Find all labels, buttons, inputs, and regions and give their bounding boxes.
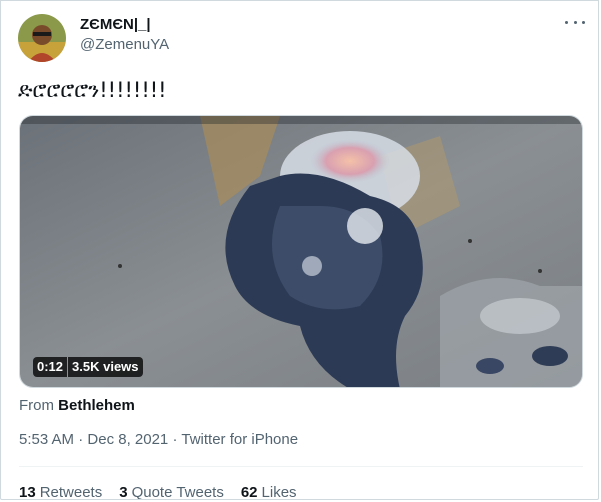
likes-count: 62 (240, 484, 258, 500)
retweets-stat[interactable]: 13 Retweets (19, 484, 103, 500)
author-name[interactable]: ZЄMЄN|_| (80, 16, 151, 33)
divider (19, 466, 583, 467)
quotes-stat[interactable]: 3 Quote Tweets (119, 484, 224, 500)
video-badge: 0:12 3.5K views (33, 357, 143, 377)
video-frame (20, 116, 582, 387)
tweet-time[interactable]: 5:53 AM (19, 431, 74, 448)
location-link[interactable]: Bethlehem (58, 397, 135, 414)
meta-separator: · (78, 431, 84, 448)
quotes-count: 3 (119, 484, 128, 500)
retweets-count: 13 (19, 484, 36, 500)
author-handle[interactable]: @ZemenuYA (80, 36, 169, 53)
location-line: From Bethlehem (19, 397, 135, 414)
video-duration: 0:12 (33, 357, 68, 377)
retweets-label: Retweets (39, 484, 103, 500)
likes-label: Likes (261, 484, 297, 500)
video-player[interactable] (19, 115, 583, 388)
tweet-date[interactable]: Dec 8, 2021 (87, 431, 168, 448)
tweet-text: ድሮሮሮሮን!!!!!!!! (18, 78, 167, 102)
quotes-label: Quote Tweets (131, 484, 224, 500)
avatar-image (18, 14, 66, 62)
video-views: 3.5K views (67, 357, 143, 377)
likes-stat[interactable]: 62 Likes (240, 484, 297, 500)
location-prefix: From (19, 397, 54, 414)
tweet-card: ZЄMЄN|_| @ZemenuYA ድሮሮሮሮን!!!!!!!! 0:12 3… (0, 0, 599, 500)
tweet-meta: 5:53 AM · Dec 8, 2021 · Twitter for iPho… (19, 431, 298, 448)
tweet-source[interactable]: Twitter for iPhone (181, 431, 298, 448)
avatar[interactable] (18, 14, 66, 62)
meta-separator: · (172, 431, 178, 448)
more-options-icon[interactable] (565, 15, 585, 29)
tweet-stats: 13 Retweets 3 Quote Tweets 62 Likes (19, 484, 297, 500)
